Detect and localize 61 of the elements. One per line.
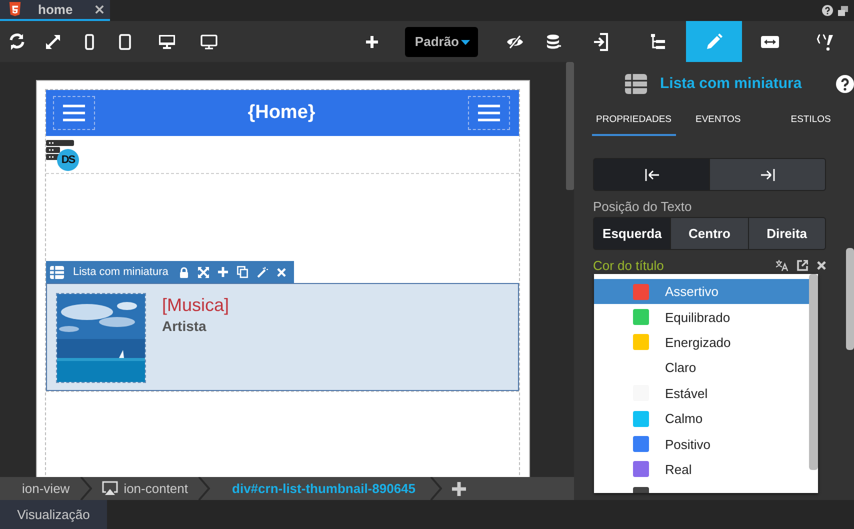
refresh-icon[interactable] — [8, 32, 26, 50]
field-label: Cor do título — [593, 258, 664, 272]
tablet-icon[interactable] — [116, 32, 134, 50]
property-tab[interactable]: EVENTOS — [692, 105, 745, 136]
page-title: {Home} — [248, 102, 316, 124]
component-title: Lista com miniatura — [660, 75, 803, 92]
menu-icon — [63, 104, 85, 122]
translate-icon[interactable] — [776, 260, 788, 270]
help-icon[interactable] — [822, 5, 833, 16]
expand-icon[interactable] — [44, 32, 62, 50]
sitemap-icon — [648, 32, 668, 52]
lock-icon[interactable] — [179, 266, 190, 278]
ds-badge: DS — [57, 149, 79, 171]
segment-button[interactable]: Direita — [748, 217, 826, 250]
database-icon[interactable] — [546, 34, 562, 50]
external-link-icon[interactable] — [797, 260, 808, 270]
chevron-separator-icon — [80, 477, 92, 500]
server-icon — [46, 140, 74, 162]
breadcrumb-item[interactable]: ion-content — [92, 481, 198, 496]
magic-wand-icon[interactable] — [257, 266, 268, 278]
item-subtitle: Artista — [162, 318, 208, 334]
code-icon — [816, 32, 836, 52]
scrollbar-thumb[interactable] — [566, 62, 574, 190]
pencil-icon — [704, 32, 724, 52]
segment-button[interactable]: Centro — [671, 217, 749, 250]
breadcrumb-item[interactable]: ion-view — [12, 481, 80, 496]
caret-icon — [461, 40, 470, 45]
list-icon — [50, 266, 64, 278]
bottom-tab[interactable]: Visualização — [0, 500, 107, 529]
close-icon[interactable] — [817, 260, 826, 270]
device-preset-dropdown[interactable]: Padrão — [404, 26, 478, 56]
breadcrumb-item[interactable]: div#crn-list-thumbnail-890645 — [210, 481, 430, 496]
move-icon[interactable] — [198, 266, 210, 278]
editor-tab[interactable]: home — [0, 0, 110, 21]
help-icon[interactable] — [836, 74, 854, 92]
menu-icon — [478, 104, 500, 122]
segment-button[interactable]: Esquerda — [593, 217, 672, 250]
property-tab[interactable]: PROPRIEDADES — [592, 105, 676, 136]
list-icon — [625, 74, 647, 94]
dropdown-option[interactable]: Assertivo — [594, 279, 809, 304]
copy-icon[interactable] — [237, 266, 248, 278]
eye-slash-icon[interactable] — [506, 34, 524, 48]
item-title: [Musica] — [162, 294, 230, 316]
field-label: Posição do Texto — [593, 199, 693, 214]
component-label: Lista com miniatura — [73, 266, 168, 278]
align-left-icon — [644, 168, 658, 180]
property-tab[interactable]: ESTILOS — [786, 105, 835, 136]
monitor-icon[interactable] — [200, 32, 218, 50]
scrollbar-thumb[interactable] — [846, 248, 854, 350]
screen-cast-icon — [102, 481, 118, 496]
add-icon[interactable] — [452, 482, 466, 496]
tab-label: home — [37, 2, 74, 17]
menu-button[interactable] — [468, 96, 510, 130]
html5-icon — [8, 2, 22, 17]
align-right-icon — [760, 168, 774, 180]
menu-button[interactable] — [53, 96, 95, 130]
close-icon[interactable] — [95, 5, 104, 14]
scrollbar-thumb[interactable] — [809, 274, 818, 470]
list-item[interactable]: [Musica] Artista — [46, 283, 519, 391]
desktop-icon[interactable] — [158, 32, 176, 50]
restore-window-icon[interactable] — [838, 6, 848, 16]
